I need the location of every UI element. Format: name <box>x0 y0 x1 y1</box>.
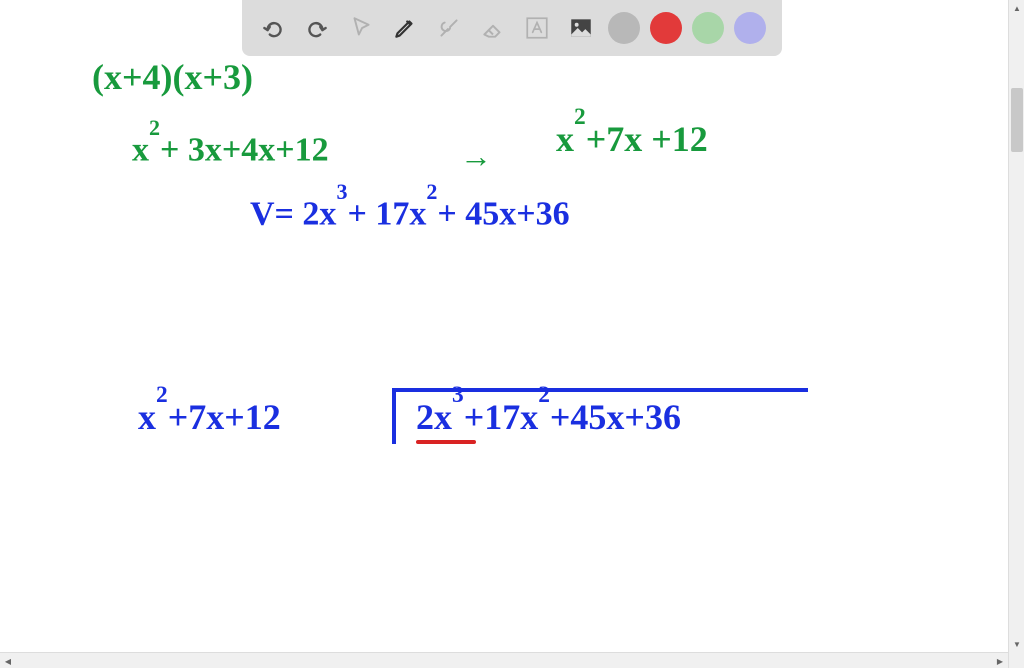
expr-expanded-left: x2+ 3x+4x+12 <box>132 128 329 169</box>
color-red[interactable] <box>650 12 682 44</box>
color-gray[interactable] <box>608 12 640 44</box>
horizontal-scrollbar[interactable]: ◀ ▶ <box>0 652 1008 668</box>
undo-icon <box>260 15 286 41</box>
expr-divisor: x2+7x+12 <box>138 396 281 438</box>
expr-expanded-right: x2+7x +12 <box>556 118 708 160</box>
scroll-right-button[interactable]: ▶ <box>992 653 1008 669</box>
image-icon <box>568 15 594 41</box>
eraser-button[interactable] <box>476 11 510 45</box>
redo-button[interactable] <box>300 11 334 45</box>
eraser-icon <box>480 15 506 41</box>
expr-factored: (x+4)(x+3) <box>92 56 253 98</box>
scroll-up-button[interactable]: ▲ <box>1009 0 1024 16</box>
toolbar <box>242 0 782 56</box>
tools-icon <box>436 15 462 41</box>
text-button[interactable] <box>520 11 554 45</box>
color-purple[interactable] <box>734 12 766 44</box>
pen-button[interactable] <box>388 11 422 45</box>
undo-button[interactable] <box>256 11 290 45</box>
text-icon <box>524 15 550 41</box>
expr-dividend: 2x3+17x2+45x+36 <box>416 396 681 438</box>
cursor-button[interactable] <box>344 11 378 45</box>
whiteboard-canvas: (x+4)(x+3) x2+ 3x+4x+12 → x2+7x +12 V= 2… <box>0 0 1008 652</box>
scroll-down-button[interactable]: ▼ <box>1009 636 1024 652</box>
expr-volume: V= 2x3+ 17x2+ 45x+36 <box>250 192 570 233</box>
arrow-icon: → <box>460 138 492 175</box>
vertical-scrollbar[interactable]: ▲ ▼ <box>1008 0 1024 668</box>
tools-button[interactable] <box>432 11 466 45</box>
color-green[interactable] <box>692 12 724 44</box>
image-button[interactable] <box>564 11 598 45</box>
pen-icon <box>392 15 418 41</box>
cursor-icon <box>348 15 374 41</box>
long-division-bracket <box>392 388 808 444</box>
scroll-left-button[interactable]: ◀ <box>0 653 16 669</box>
red-underline <box>416 440 476 444</box>
scroll-thumb-v[interactable] <box>1011 88 1023 152</box>
redo-icon <box>304 15 330 41</box>
